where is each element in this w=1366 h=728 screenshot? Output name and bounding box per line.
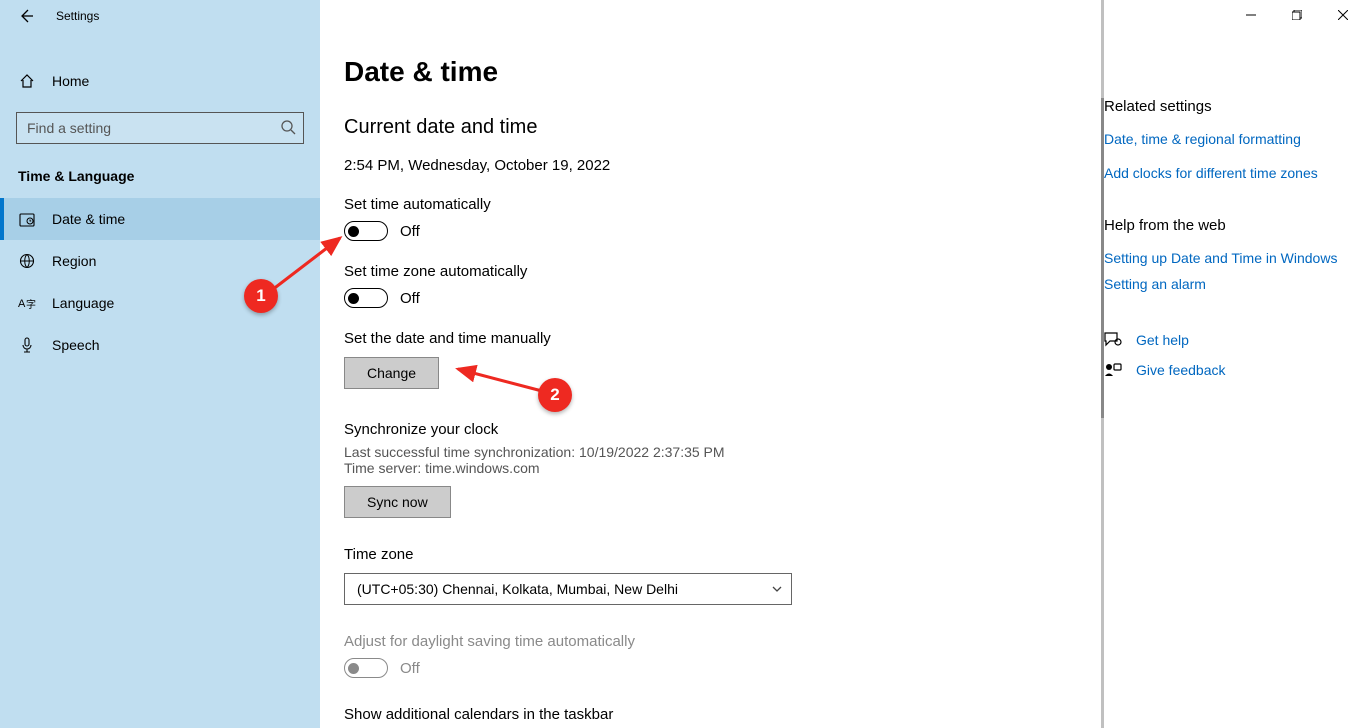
timezone-label: Time zone	[344, 546, 1077, 563]
set-tz-auto-state: Off	[400, 290, 420, 307]
sync-now-button[interactable]: Sync now	[344, 486, 451, 518]
give-feedback-row[interactable]: Give feedback	[1104, 362, 1346, 378]
close-icon	[1338, 10, 1348, 20]
current-datetime-value: 2:54 PM, Wednesday, October 19, 2022	[344, 157, 1077, 174]
clock-icon	[18, 210, 36, 228]
set-time-auto-label: Set time automatically	[344, 196, 1077, 213]
related-settings-heading: Related settings	[1104, 98, 1346, 115]
sync-server: Time server: time.windows.com	[344, 460, 1077, 476]
app-title: Settings	[56, 9, 99, 23]
link-add-clocks[interactable]: Add clocks for different time zones	[1104, 165, 1346, 181]
page-title: Date & time	[344, 56, 1077, 88]
current-datetime-heading: Current date and time	[344, 116, 1077, 139]
sidebar-item-label: Date & time	[52, 211, 125, 227]
feedback-icon	[1104, 362, 1122, 378]
close-button[interactable]	[1320, 0, 1366, 30]
home-label: Home	[52, 73, 89, 89]
arrow-left-icon	[18, 8, 34, 24]
sync-last: Last successful time synchronization: 10…	[344, 444, 1077, 460]
sidebar-item-label: Language	[52, 295, 114, 311]
chevron-down-icon	[771, 583, 783, 595]
get-help-row[interactable]: Get help	[1104, 332, 1346, 348]
set-tz-auto-toggle[interactable]	[344, 288, 388, 308]
sidebar-item-label: Region	[52, 253, 96, 269]
help-heading: Help from the web	[1104, 217, 1346, 234]
timezone-value: (UTC+05:30) Chennai, Kolkata, Mumbai, Ne…	[357, 581, 678, 597]
main-content: Date & time Current date and time 2:54 P…	[320, 0, 1101, 728]
sidebar-item-speech[interactable]: Speech	[0, 324, 320, 366]
set-time-auto-state: Off	[400, 223, 420, 240]
extra-cal-label: Show additional calendars in the taskbar	[344, 706, 1077, 723]
dst-label: Adjust for daylight saving time automati…	[344, 633, 1077, 650]
link-regional-formatting[interactable]: Date, time & regional formatting	[1104, 131, 1346, 147]
minimize-icon	[1246, 10, 1256, 20]
globe-icon	[18, 252, 36, 270]
language-icon: A字	[18, 294, 36, 312]
chat-icon	[1104, 332, 1122, 348]
timezone-dropdown[interactable]: (UTC+05:30) Chennai, Kolkata, Mumbai, Ne…	[344, 573, 792, 605]
right-panel: Related settings Date, time & regional f…	[1101, 0, 1366, 728]
sidebar-item-home[interactable]: Home	[0, 62, 320, 100]
minimize-button[interactable]	[1228, 0, 1274, 30]
home-icon	[18, 72, 36, 90]
link-help-alarm[interactable]: Setting an alarm	[1104, 276, 1346, 292]
dst-toggle	[344, 658, 388, 678]
sidebar-item-region[interactable]: Region	[0, 240, 320, 282]
set-manual-label: Set the date and time manually	[344, 330, 1077, 347]
microphone-icon	[18, 336, 36, 354]
link-help-date-time[interactable]: Setting up Date and Time in Windows	[1104, 250, 1346, 266]
sidebar-item-date-time[interactable]: Date & time	[0, 198, 320, 240]
sidebar-item-language[interactable]: A字 Language	[0, 282, 320, 324]
svg-text:A: A	[18, 298, 26, 310]
give-feedback-link: Give feedback	[1136, 362, 1226, 378]
search-input[interactable]	[16, 112, 304, 144]
get-help-link: Get help	[1136, 332, 1189, 348]
window-controls	[1228, 0, 1366, 30]
sidebar-item-label: Speech	[52, 337, 99, 353]
back-button[interactable]	[18, 8, 34, 24]
maximize-icon	[1292, 10, 1302, 20]
svg-text:字: 字	[26, 298, 36, 311]
sidebar-group-header: Time & Language	[0, 144, 320, 198]
maximize-button[interactable]	[1274, 0, 1320, 30]
sidebar: Settings Home Time & Language Date & tim…	[0, 0, 320, 728]
dst-state: Off	[400, 660, 420, 677]
set-time-auto-toggle[interactable]	[344, 221, 388, 241]
search-icon	[280, 119, 296, 135]
sync-heading: Synchronize your clock	[344, 421, 1077, 438]
change-button[interactable]: Change	[344, 357, 439, 389]
set-tz-auto-label: Set time zone automatically	[344, 263, 1077, 280]
